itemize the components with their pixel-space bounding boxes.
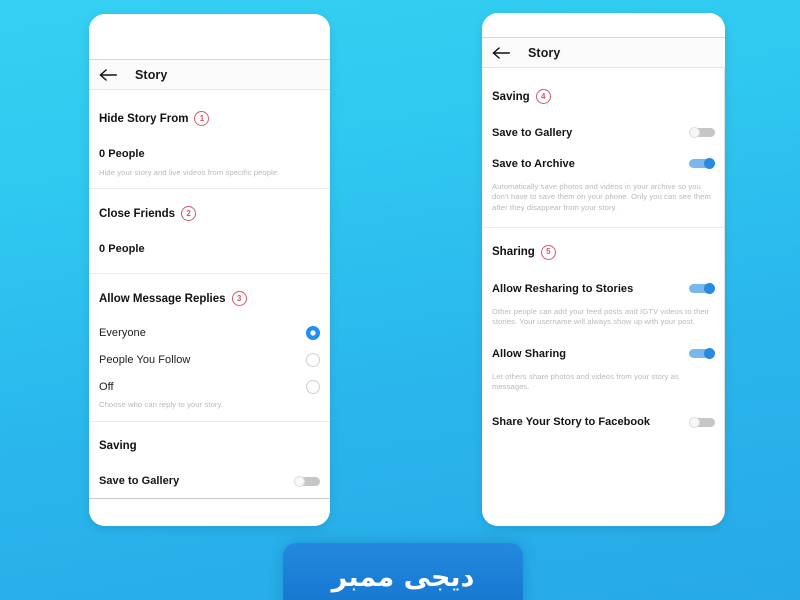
row-allow-resharing-to-stories[interactable]: Allow Resharing to Stories <box>492 277 715 301</box>
helper-allow-resharing: Other people can add your feed posts and… <box>492 306 710 327</box>
radio-button-off[interactable] <box>306 379 320 394</box>
row-allow-sharing[interactable]: Allow Sharing <box>492 342 715 366</box>
step-badge-1: 1 <box>194 111 210 126</box>
allow-sharing-label: Allow Sharing <box>492 347 566 360</box>
allow-resharing-label: Allow Resharing to Stories <box>492 282 634 295</box>
section-header-sharing: Sharing 5 <box>492 238 715 267</box>
row-share-your-story-to-facebook[interactable]: Share Your Story to Facebook <box>492 410 715 434</box>
status-bar-left <box>89 14 330 59</box>
toggle-knob <box>704 283 715 295</box>
section-title: Saving <box>492 90 530 103</box>
status-bar-right <box>482 13 725 37</box>
appbar-title: Story <box>135 67 168 82</box>
row-hide-story-from-value[interactable]: 0 People <box>99 139 320 168</box>
toggle-knob <box>294 475 305 487</box>
section-title: Sharing <box>492 246 535 259</box>
toggle-share-to-facebook[interactable] <box>689 416 715 428</box>
radio-button-everyone[interactable] <box>306 325 320 340</box>
toggle-save-to-gallery[interactable] <box>294 475 320 487</box>
toggle-allow-sharing[interactable] <box>689 348 715 360</box>
step-badge-3: 3 <box>231 291 247 307</box>
helper-hide-story-from: Hide your story and live videos from spe… <box>99 168 280 177</box>
brand-name: دیجی ممبر <box>331 561 475 593</box>
save-to-archive-label: Save to Archive <box>492 157 575 170</box>
section-title: Allow Message Replies <box>99 292 226 305</box>
phone-mockup-left: Story Hide Story From 1 0 People Hide yo… <box>89 14 330 526</box>
brand-watermark-badge: دیجی ممبر <box>283 543 523 600</box>
radio-button-people-you-follow[interactable] <box>306 352 320 367</box>
step-badge-2: 2 <box>181 206 197 222</box>
appbar-title: Story <box>528 45 561 60</box>
toggle-knob <box>704 158 715 169</box>
section-header-hide-story-from: Hide Story From 1 <box>99 104 320 133</box>
radio-row-people-you-follow[interactable]: People You Follow <box>99 346 320 373</box>
step-badge-4: 4 <box>535 89 551 104</box>
section-title: Hide Story From <box>99 112 189 125</box>
section-title: Saving <box>99 440 137 453</box>
step-badge-5: 5 <box>540 244 556 260</box>
toggle-knob <box>704 348 715 360</box>
close-friends-count: 0 People <box>99 242 145 255</box>
row-save-to-gallery[interactable]: Save to Gallery <box>492 117 715 148</box>
screen-left: Hide Story From 1 0 People Hide your sto… <box>89 90 330 526</box>
section-header-close-friends: Close Friends 2 <box>99 199 320 228</box>
row-close-friends-value[interactable]: 0 People <box>99 234 320 263</box>
hide-story-from-count: 0 People <box>99 147 145 160</box>
row-save-to-archive[interactable]: Save to Archive <box>492 148 715 179</box>
appbar-left: Story <box>89 59 330 90</box>
radio-label: Everyone <box>99 326 146 339</box>
toggle-knob <box>689 416 700 428</box>
divider-cutoff <box>89 497 330 499</box>
helper-allow-sharing: Let others share photos and videos from … <box>492 371 679 391</box>
section-title: Close Friends <box>99 207 176 220</box>
appbar-right: Story <box>482 37 725 68</box>
section-header-saving: Saving <box>99 432 320 461</box>
row-save-to-gallery[interactable]: Save to Gallery <box>99 467 320 496</box>
back-arrow-icon[interactable] <box>99 68 118 82</box>
screen-right: Saving 4 Save to Gallery Save to Archive <box>482 68 725 526</box>
radio-row-off[interactable]: Off <box>99 373 320 400</box>
screenshot-canvas: Story Hide Story From 1 0 People Hide yo… <box>0 0 800 600</box>
helper-allow-message-replies: Choose who can reply to your story. <box>99 400 224 410</box>
toggle-save-to-gallery[interactable] <box>689 127 715 138</box>
phone-mockup-right: Story Saving 4 Save to Gallery Save to A… <box>482 13 725 526</box>
toggle-knob <box>689 127 700 138</box>
back-arrow-icon[interactable] <box>492 46 511 60</box>
radio-label: Off <box>99 380 114 393</box>
toggle-save-to-archive[interactable] <box>689 158 715 169</box>
share-to-facebook-label: Share Your Story to Facebook <box>492 416 651 429</box>
section-header-allow-message-replies: Allow Message Replies 3 <box>99 284 320 313</box>
save-to-gallery-label: Save to Gallery <box>492 126 573 139</box>
toggle-allow-resharing[interactable] <box>689 283 715 295</box>
section-header-saving: Saving 4 <box>492 82 715 111</box>
helper-save-to-archive: Automatically save photos and videos in … <box>492 182 711 212</box>
radio-row-everyone[interactable]: Everyone <box>99 319 320 346</box>
save-to-gallery-label: Save to Gallery <box>99 475 180 488</box>
radio-label: People You Follow <box>99 353 191 366</box>
